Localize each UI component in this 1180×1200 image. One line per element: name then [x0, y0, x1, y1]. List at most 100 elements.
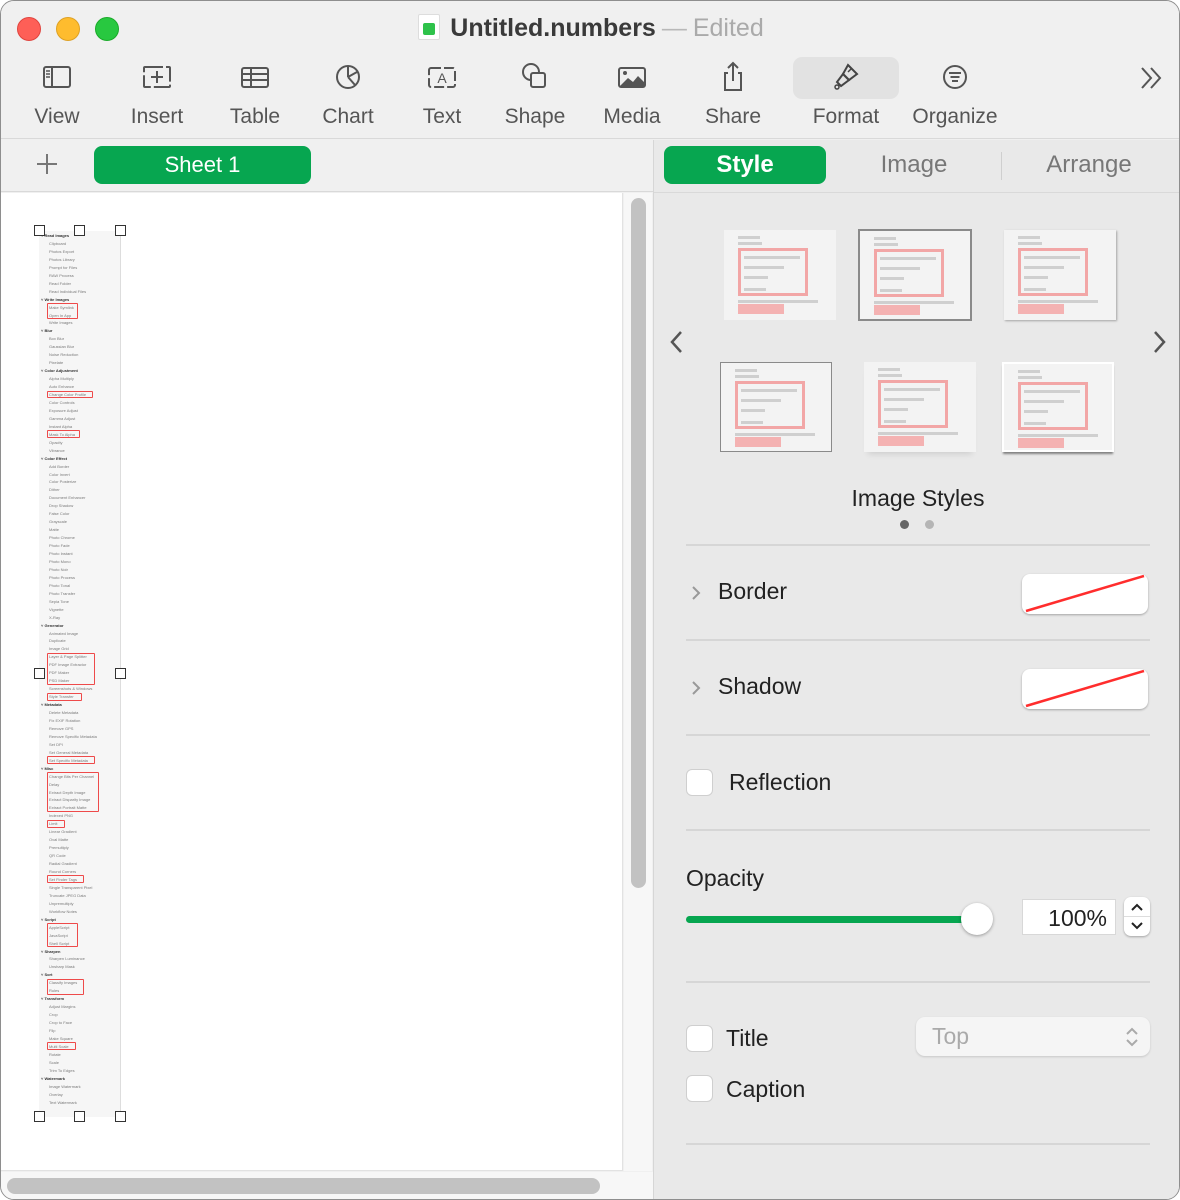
toolbar-shape-label: Shape	[504, 105, 566, 128]
title-checkbox[interactable]	[686, 1025, 713, 1052]
image-list-item: Dither	[49, 487, 60, 493]
divider	[686, 1143, 1150, 1145]
image-section-header: ˅ Transform	[41, 996, 65, 1002]
opacity-slider-knob[interactable]	[961, 903, 993, 935]
image-list-item: Photos Library	[49, 256, 75, 262]
shadow-label[interactable]: Shadow	[718, 673, 801, 700]
toolbar-view-label: View	[34, 105, 80, 128]
inspector-tab-image[interactable]: Image	[830, 146, 998, 184]
image-list-item: Set DPI	[49, 741, 63, 747]
toolbar-share-label: Share	[704, 105, 762, 128]
resize-handle-bottom-right[interactable]	[115, 1111, 126, 1122]
sheet-tab-sheet-1[interactable]: Sheet 1	[94, 146, 311, 184]
resize-handle-middle-right[interactable]	[115, 668, 126, 679]
image-style-thumbnail[interactable]	[720, 362, 832, 452]
resize-handle-bottom-center[interactable]	[74, 1111, 85, 1122]
toolbar-table-label: Table	[229, 105, 281, 128]
image-list-item: Premultiply	[49, 845, 69, 851]
resize-handle-bottom-left[interactable]	[34, 1111, 45, 1122]
image-list-item: Screenshots & Windows	[49, 686, 93, 692]
sheet-tab-bar: Sheet 1	[1, 140, 653, 192]
highlight-box	[47, 923, 78, 947]
toolbar-format-label: Format	[812, 105, 880, 128]
image-list-item: Truncate JPEG Data	[49, 892, 86, 898]
resize-handle-top-right[interactable]	[115, 225, 126, 236]
title-position-popup[interactable]: Top	[916, 1017, 1150, 1056]
image-style-thumbnail[interactable]	[1002, 362, 1114, 452]
plus-icon[interactable]	[35, 152, 59, 176]
image-style-thumbnail[interactable]	[724, 230, 836, 320]
image-list-item: Auto Enhance	[49, 384, 75, 390]
inspector-tab-arrange[interactable]: Arrange	[1006, 146, 1172, 184]
image-list-item: Photo Fade	[49, 543, 70, 549]
toolbar-chart-button[interactable]: Chart	[319, 57, 377, 135]
highlight-box	[47, 1042, 76, 1051]
horizontal-scrollbar-thumb[interactable]	[7, 1178, 600, 1194]
image-list-item: Scale	[49, 1059, 60, 1065]
shadow-color-well[interactable]	[1022, 669, 1148, 709]
toolbar-text-label: Text	[422, 105, 462, 128]
image-style-thumbnail[interactable]	[864, 362, 976, 452]
chevron-right-icon[interactable]	[689, 678, 703, 698]
toolbar-format-button[interactable]: Format	[793, 57, 899, 135]
page-indicator-2[interactable]	[925, 520, 934, 529]
vertical-scrollbar-thumb[interactable]	[631, 198, 646, 888]
caption-checkbox[interactable]	[686, 1075, 713, 1102]
chevron-right-icon[interactable]	[1150, 327, 1170, 357]
image-list-item: Box Blur	[49, 336, 65, 342]
image-list-item: Photo Chrome	[49, 535, 75, 541]
image-list-item: Exposure Adjust	[49, 407, 78, 413]
organize-icon	[943, 65, 967, 89]
image-list-item: Photo Noir	[49, 566, 68, 572]
reflection-checkbox[interactable]	[686, 769, 713, 796]
resize-handle-top-left[interactable]	[34, 225, 45, 236]
toolbar-text-button[interactable]: A Text	[419, 57, 465, 135]
image-list-item: False Color	[49, 511, 70, 517]
chevron-double-right-icon[interactable]	[1137, 63, 1167, 93]
toolbar-insert-label: Insert	[130, 105, 184, 128]
image-list-item: Read Individual Files	[49, 288, 87, 294]
chevron-right-icon[interactable]	[689, 583, 703, 603]
border-color-well[interactable]	[1022, 574, 1148, 614]
opacity-field[interactable]: 100%	[1022, 899, 1116, 935]
svg-text:A: A	[437, 70, 447, 86]
image-list-item: Photo Process	[49, 574, 76, 580]
image-list-item: Color Controls	[49, 399, 75, 405]
resize-handle-top-center[interactable]	[74, 225, 85, 236]
highlight-box	[47, 819, 65, 828]
image-list-item: Photo Tonal	[49, 582, 71, 588]
image-style-thumbnail[interactable]	[1004, 230, 1116, 320]
image-list-item: Drop Shadow	[49, 503, 74, 509]
chevron-left-icon[interactable]	[666, 327, 686, 357]
inspector-tab-style[interactable]: Style	[664, 146, 826, 184]
opacity-stepper[interactable]	[1124, 897, 1150, 936]
resize-handle-middle-left[interactable]	[34, 668, 45, 679]
image-list-item: X-Ray	[49, 614, 61, 620]
toolbar-table-button[interactable]: Table	[227, 57, 283, 135]
toolbar-organize-button[interactable]: Organize	[909, 57, 1001, 135]
toolbar-insert-button[interactable]: Insert	[127, 57, 187, 135]
window-title: Untitled.numbers — Edited	[1, 11, 1179, 45]
highlight-box	[47, 978, 84, 995]
image-section-header: ˅ Sharpen	[41, 948, 61, 954]
highlight-box	[47, 875, 84, 884]
page-indicator-1[interactable]	[900, 520, 909, 529]
image-list-item: QR Code	[49, 853, 66, 859]
border-label[interactable]: Border	[718, 578, 787, 605]
image-list-item: Unpremultiply	[49, 900, 74, 906]
toolbar-view-button[interactable]: View	[31, 57, 83, 135]
image-list-item: Radial Gradient	[49, 861, 77, 867]
document-status: Edited	[692, 14, 764, 42]
title-label: Title	[726, 1025, 769, 1051]
divider	[686, 829, 1150, 831]
image-style-thumbnail[interactable]	[858, 229, 972, 321]
toolbar-share-button[interactable]: Share	[703, 57, 763, 135]
toolbar-media-button[interactable]: Media	[601, 57, 663, 135]
opacity-label: Opacity	[686, 865, 764, 891]
image-list-item: Crop	[49, 1012, 58, 1018]
toolbar-shape-button[interactable]: Shape	[503, 57, 567, 135]
opacity-slider-track[interactable]	[686, 916, 976, 923]
title-bar: Untitled.numbers — Edited View Insert Tabl…	[1, 1, 1179, 139]
selected-image[interactable]: ˅ Read Images Clipboard Photos Export Photo…	[39, 231, 121, 1117]
image-list-item: Photo Mono	[49, 558, 71, 564]
